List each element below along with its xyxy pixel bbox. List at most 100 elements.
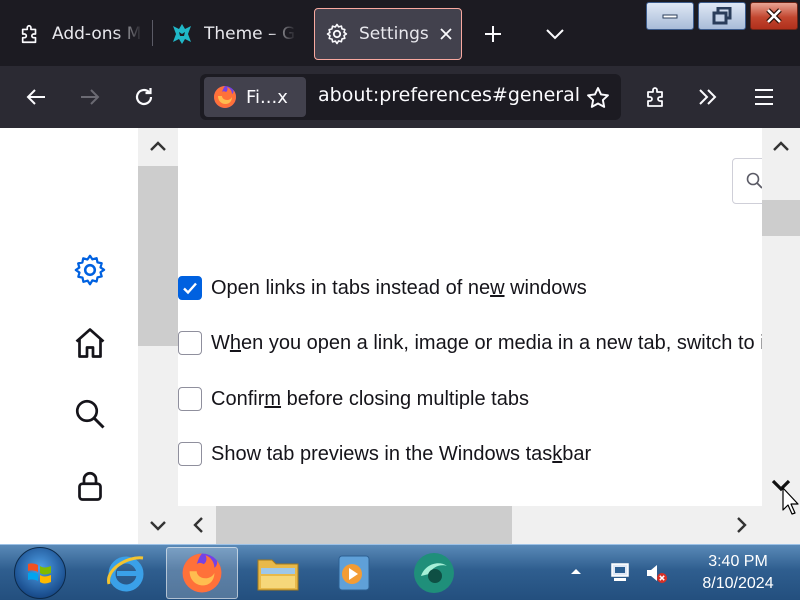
clock-time: 3:40 PM (708, 553, 768, 570)
gear-icon (74, 254, 106, 286)
theme-icon (170, 22, 194, 46)
option-label: Show tab previews in the Windows taskbar (211, 442, 592, 465)
firefox-icon (214, 86, 236, 108)
tab-label: Add-ons Manager (52, 24, 142, 44)
url-text[interactable]: about:preferences#general (318, 84, 580, 106)
internet-explorer-icon (107, 556, 144, 592)
minimize-icon (662, 14, 678, 19)
open-links-in-tabs-option[interactable]: Open links in tabs instead of new window… (178, 273, 587, 303)
scroll-up-arrow[interactable] (761, 128, 800, 164)
category-search[interactable] (70, 394, 110, 434)
switch-to-new-tab-option[interactable]: When you open a link, image or media in … (178, 328, 762, 358)
preferences-pane: Open links in tabs instead of new window… (178, 128, 762, 506)
identity-label: Fi...x (246, 86, 288, 108)
checkmark-icon (183, 282, 197, 295)
bookmark-star-button[interactable] (580, 80, 616, 116)
home-icon (75, 328, 105, 358)
minimize-button[interactable] (646, 2, 694, 30)
tab-settings[interactable]: Settings (314, 8, 462, 60)
option-label: When you open a link, image or media in … (211, 331, 762, 354)
taskbar-previews-option[interactable]: Show tab previews in the Windows taskbar (178, 439, 591, 469)
switch-to-new-tab-checkbox[interactable] (178, 331, 202, 355)
identity-box[interactable]: Fi...x (204, 77, 306, 117)
confirm-before-closing-option[interactable]: Confirm before closing multiple tabs (178, 384, 529, 414)
option-label: Confirm before closing multiple tabs (211, 387, 529, 410)
search-icon (75, 399, 105, 429)
arrow-right-icon (81, 89, 100, 105)
scroll-left-arrow[interactable] (178, 507, 218, 543)
more-tools-button[interactable] (690, 79, 726, 115)
app-icon (414, 553, 454, 593)
tab-label: Theme – Get Add-ons (204, 24, 296, 44)
back-button[interactable] (18, 79, 54, 115)
system-clock[interactable]: 3:40 PM 8/10/2024 (686, 551, 790, 595)
tab-add-ons-manager[interactable]: Add-ons Manager (0, 8, 152, 60)
app-menu-button[interactable] (746, 79, 782, 115)
reload-icon (135, 88, 153, 106)
windows-logo-icon (28, 563, 51, 584)
volume-muted-icon[interactable] (644, 561, 668, 585)
arrow-left-icon (26, 89, 45, 105)
puzzle-icon (647, 87, 663, 107)
lock-icon (78, 471, 102, 501)
star-icon (587, 87, 609, 108)
scrollbar-thumb[interactable] (138, 166, 178, 346)
taskbar-previews-checkbox[interactable] (178, 442, 202, 466)
taskbar-internet-explorer[interactable] (90, 547, 162, 599)
tab-theme[interactable]: Theme – Get Add-ons (152, 8, 312, 60)
chevron-left-icon (193, 517, 203, 533)
restore-icon (712, 7, 732, 25)
scroll-up-arrow[interactable] (138, 128, 178, 164)
horizontal-scrollbar[interactable] (178, 506, 762, 544)
extensions-button[interactable] (638, 79, 674, 115)
chevron-up-icon (150, 141, 166, 151)
category-general[interactable] (70, 250, 110, 290)
firefox-icon (182, 553, 222, 593)
close-window-button[interactable] (750, 2, 798, 30)
show-hidden-icons-arrow[interactable] (568, 565, 584, 577)
close-icon (766, 8, 782, 24)
category-home[interactable] (70, 323, 110, 363)
forward-button[interactable] (72, 79, 108, 115)
find-in-settings-input[interactable] (732, 158, 762, 204)
taskbar-app[interactable] (398, 547, 470, 599)
close-tab-icon[interactable] (437, 25, 455, 43)
chevron-right-icon (737, 517, 747, 533)
start-button[interactable] (14, 547, 66, 599)
chevron-up-icon (773, 141, 789, 151)
plus-icon (485, 26, 501, 42)
sidebar-scrollbar[interactable] (138, 128, 178, 544)
scrollbar-thumb[interactable] (762, 200, 800, 236)
confirm-before-closing-checkbox[interactable] (178, 387, 202, 411)
taskbar-firefox[interactable] (166, 547, 238, 599)
chevron-down-icon (150, 521, 166, 531)
media-player-icon (338, 555, 370, 591)
category-sidebar (0, 128, 138, 544)
reload-button[interactable] (126, 79, 162, 115)
windows-taskbar: 3:40 PM 8/10/2024 (0, 544, 800, 600)
option-label: Open links in tabs instead of new window… (211, 276, 587, 299)
network-icon[interactable] (608, 561, 632, 585)
restore-button[interactable] (698, 2, 746, 30)
double-chevron-right-icon (699, 89, 717, 105)
tab-label: Settings (359, 24, 429, 44)
mouse-cursor-icon (782, 487, 799, 515)
taskbar-file-explorer[interactable] (242, 547, 314, 599)
new-tab-button[interactable] (474, 16, 512, 52)
chevron-down-icon (546, 29, 564, 40)
category-privacy[interactable] (70, 466, 110, 506)
page-scrollbar[interactable] (762, 128, 800, 506)
open-links-in-tabs-checkbox[interactable] (178, 276, 202, 300)
search-icon (746, 172, 762, 189)
tab-strip: Add-ons Manager Theme – Get Add-ons Sett… (0, 0, 800, 66)
file-explorer-icon (257, 559, 299, 591)
puzzle-icon (18, 22, 42, 46)
scroll-right-arrow[interactable] (722, 507, 762, 543)
scrollbar-thumb[interactable] (216, 506, 512, 544)
list-all-tabs-button[interactable] (536, 16, 574, 52)
gear-icon (325, 22, 349, 46)
taskbar-media-player[interactable] (318, 547, 390, 599)
clock-date: 8/10/2024 (702, 575, 774, 592)
scroll-down-arrow[interactable] (138, 508, 178, 544)
hamburger-menu-icon (755, 89, 773, 105)
